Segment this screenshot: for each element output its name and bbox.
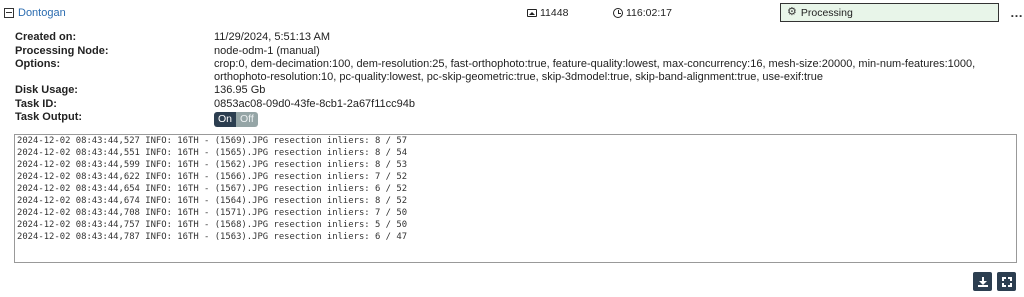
- toggle-on-button[interactable]: On: [214, 112, 237, 128]
- output-toggle-wrap: On Off: [214, 111, 1015, 128]
- console-line: 2024-12-02 08:43:44,787 INFO: 16TH - (15…: [17, 231, 408, 242]
- console-line: 2024-12-02 08:43:44,674 INFO: 16TH - (15…: [17, 195, 408, 206]
- gear-icon: ⚙: [787, 6, 797, 18]
- disk-label: Disk Usage:: [15, 84, 78, 97]
- task-name-link[interactable]: Dontogan: [18, 7, 66, 19]
- output-toggle[interactable]: On Off: [214, 112, 258, 128]
- output-label: Task Output:: [15, 111, 83, 124]
- collapse-icon[interactable]: [4, 8, 14, 18]
- download-icon: [977, 276, 988, 287]
- toggle-off-button[interactable]: Off: [236, 112, 258, 128]
- disk-row: Disk Usage: 136.95 Gb: [15, 84, 1015, 98]
- created-row: Created on: 11/29/2024, 5:51:13 AM: [15, 31, 1015, 45]
- task-header: Dontogan 11448 116:02:17 ⚙ Processing …: [0, 0, 1024, 27]
- created-label: Created on:: [15, 31, 77, 43]
- disk-value: 136.95 Gb: [214, 84, 266, 97]
- taskid-value: 0853ac08-09d0-43fe-8cb1-2a67f11cc94b: [214, 97, 416, 110]
- elapsed-time-value: 116:02:17: [626, 7, 672, 19]
- options-value: crop:0, dem-decimation:100, dem-resoluti…: [214, 58, 976, 84]
- created-value: 11/29/2024, 5:51:13 AM: [214, 31, 330, 43]
- node-value: node-odm-1 (manual): [214, 44, 320, 57]
- task-output-console[interactable]: 2024-12-02 08:43:44,527 INFO: 16TH - (15…: [14, 134, 1017, 263]
- images-count-value: 11448: [540, 7, 569, 19]
- console-line: 2024-12-02 08:43:44,551 INFO: 16TH - (15…: [17, 147, 408, 158]
- options-row: Options: crop:0, dem-decimation:100, dem…: [15, 58, 1015, 84]
- console-line: 2024-12-02 08:43:44,622 INFO: 16TH - (15…: [17, 171, 408, 182]
- expand-icon: [1001, 276, 1012, 287]
- options-label: Options:: [15, 58, 61, 70]
- node-row: Processing Node: node-odm-1 (manual): [15, 45, 1015, 59]
- images-count: 11448: [527, 7, 568, 19]
- taskid-row: Task ID: 0853ac08-09d0-43fe-8cb1-2a67f11…: [15, 98, 1015, 112]
- more-icon[interactable]: …: [1010, 5, 1023, 20]
- taskid-label: Task ID:: [15, 97, 57, 110]
- fullscreen-output-button[interactable]: [997, 272, 1016, 291]
- elapsed-time: 116:02:17: [613, 7, 672, 19]
- console-line: 2024-12-02 08:43:44,757 INFO: 16TH - (15…: [17, 219, 408, 230]
- console-line: 2024-12-02 08:43:44,654 INFO: 16TH - (15…: [17, 183, 408, 194]
- output-row: Task Output: On Off: [15, 111, 1015, 128]
- status-badge: ⚙ Processing: [780, 3, 999, 22]
- status-text: Processing: [800, 6, 853, 19]
- console-line: 2024-12-02 08:43:44,527 INFO: 16TH - (15…: [17, 136, 408, 146]
- console-line: 2024-12-02 08:43:44,708 INFO: 16TH - (15…: [17, 207, 408, 218]
- download-output-button[interactable]: [973, 272, 992, 291]
- task-details: Created on: 11/29/2024, 5:51:13 AM Proce…: [15, 31, 1015, 128]
- node-label: Processing Node:: [15, 44, 109, 57]
- console-line: 2024-12-02 08:43:44,599 INFO: 16TH - (15…: [17, 159, 408, 170]
- image-icon: [527, 9, 537, 17]
- clock-icon: [613, 8, 623, 18]
